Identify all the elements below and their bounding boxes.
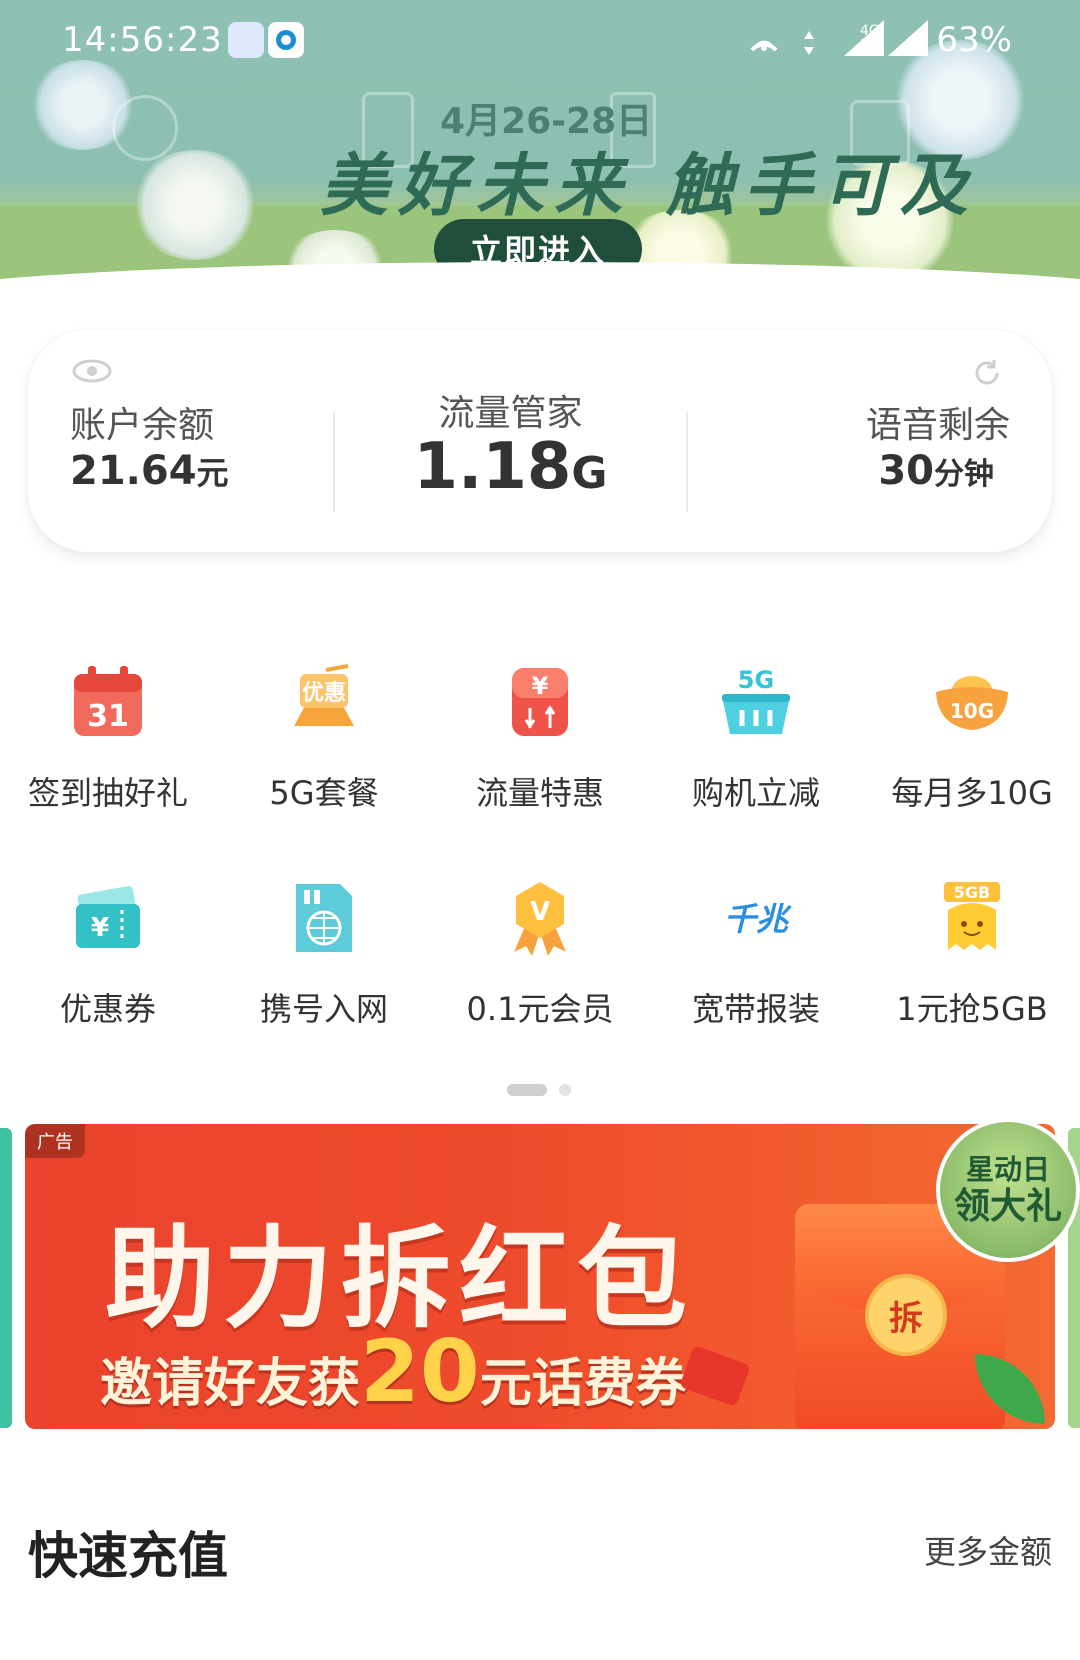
voice-block[interactable]: 语音剩余 30分钟 (690, 330, 1052, 552)
menu-item-phone-discount[interactable]: 5G 购机立减 (648, 664, 864, 814)
data-arrows-icon (802, 26, 816, 66)
svg-text:V: V (530, 897, 550, 927)
menu-item-label: 宽带报装 (691, 990, 820, 1028)
menu-item-label: 每月多10G (891, 774, 1053, 812)
vip-medal-icon: V (502, 880, 578, 956)
data-unit: G (571, 448, 608, 499)
menu-item-5g-package[interactable]: 优惠 5G套餐 (216, 664, 432, 814)
menu-item-checkin[interactable]: 31 签到抽好礼 (0, 664, 216, 814)
carousel-prev-peek[interactable] (0, 1128, 12, 1428)
menu-item-label: 购机立减 (691, 774, 820, 812)
hero-banner[interactable]: 4月26-28日 美好未来 触手可及 立即进入 14:56:23 4G 1X 6… (0, 0, 1080, 300)
ad-tag: 广告 (25, 1124, 85, 1158)
badge-line1: 星动日 (965, 1153, 1050, 1186)
voice-unit: 分钟 (934, 457, 994, 492)
menu-item-label: 优惠券 (59, 990, 156, 1028)
svg-text:¥: ¥ (91, 913, 109, 943)
menu-item-broadband[interactable]: 千兆 宽带报装 (648, 880, 864, 1030)
svg-text:10G: 10G (950, 699, 994, 723)
gold-ingot-icon: 10G (934, 664, 1010, 740)
hero-slogan: 美好未来 触手可及 (320, 146, 978, 226)
data-amount: 1.18 (413, 430, 572, 504)
status-time: 14:56:23 (62, 20, 223, 60)
page-dot-active[interactable] (507, 1084, 547, 1096)
5g-package-icon: 优惠 (286, 664, 362, 740)
ad-subtitle: 邀请好友获20元话费券 (100, 1322, 688, 1422)
page-indicator (0, 1084, 1080, 1096)
menu-item-label: 签到抽好礼 (27, 774, 188, 812)
data-value: 1.18G (338, 430, 683, 504)
voice-amount: 30 (878, 448, 934, 494)
ad-subtitle-post: 元话费券 (479, 1354, 688, 1414)
balance-value: 21.64元 (70, 448, 229, 494)
account-card: 账户余额 21.64元 流量管家 1.18G 语音剩余 30分钟 (28, 330, 1052, 552)
menu-item-label: 0.1元会员 (466, 990, 614, 1028)
broadband-icon: 千兆 (718, 880, 794, 956)
coupon-icon: ¥ (70, 880, 146, 956)
sim-globe-icon (286, 880, 362, 956)
battery-level: 63% (936, 20, 1012, 60)
data-label: 流量管家 (438, 393, 583, 434)
data-discount-icon: ¥ (502, 664, 578, 740)
menu-item-number-portability[interactable]: 携号入网 (216, 880, 432, 1030)
star-day-badge[interactable]: 星动日 领大礼 (936, 1118, 1080, 1262)
svg-text:5G: 5G (738, 666, 774, 694)
balance-label: 账户余额 (70, 405, 215, 446)
svg-text:5GB: 5GB (954, 883, 990, 902)
hotspot-icon (746, 24, 782, 65)
ad-subtitle-amount: 20 (360, 1322, 480, 1422)
quick-recharge-title: 快速充值 (28, 1527, 228, 1585)
balance-amount: 21.64 (70, 448, 197, 494)
menu-item-label: 5G套餐 (269, 774, 379, 812)
voice-label: 语音剩余 (865, 405, 1010, 446)
more-amounts-link[interactable]: 更多金额 (924, 1527, 1052, 1573)
menu-item-label: 携号入网 (259, 990, 388, 1028)
balance-block[interactable]: 账户余额 21.64元 (28, 330, 328, 552)
svg-text:31: 31 (87, 699, 129, 734)
envelope-seal: 拆 (865, 1274, 947, 1356)
balance-unit: 元 (196, 454, 229, 492)
menu-item-5gb-deal[interactable]: 5GB 1元抢5GB (864, 880, 1080, 1030)
status-bar: 14:56:23 4G 1X 63% (0, 0, 1080, 80)
page-dot[interactable] (559, 1084, 571, 1096)
flower-decoration (130, 150, 260, 260)
ad-subtitle-pre: 邀请好友获 (100, 1354, 361, 1414)
5gb-mascot-icon: 5GB (934, 880, 1010, 956)
ad-banner[interactable]: 广告 助力拆红包 邀请好友获20元话费券 拆 (25, 1124, 1055, 1429)
menu-item-label: 1元抢5GB (896, 990, 1048, 1028)
signal-icon (844, 20, 884, 65)
card-divider (686, 412, 688, 512)
menu-item-data-discount[interactable]: ¥ 流量特惠 (432, 664, 648, 814)
svg-text:¥: ¥ (532, 672, 549, 700)
menu-item-monthly-10g[interactable]: 10G 每月多10G (864, 664, 1080, 814)
small-envelope-icon (679, 1345, 751, 1407)
menu-item-label: 流量特惠 (475, 774, 604, 812)
china-mobile-icon (268, 22, 304, 58)
data-block[interactable]: 流量管家 1.18G (338, 330, 683, 552)
yen-circle-icon (112, 95, 178, 161)
signal-icon-2 (888, 20, 928, 65)
card-divider (333, 412, 335, 512)
shopping-basket-icon: 5G (718, 664, 794, 740)
menu-item-vip-member[interactable]: V 0.1元会员 (432, 880, 648, 1030)
badge-line2: 领大礼 (953, 1186, 1062, 1227)
calendar-icon: 31 (70, 664, 146, 740)
app-icon (228, 22, 264, 58)
svg-text:千兆: 千兆 (724, 900, 792, 938)
svg-text:优惠: 优惠 (302, 680, 346, 706)
menu-item-coupon[interactable]: ¥ 优惠券 (0, 880, 216, 1030)
voice-value: 30分钟 (878, 448, 994, 494)
